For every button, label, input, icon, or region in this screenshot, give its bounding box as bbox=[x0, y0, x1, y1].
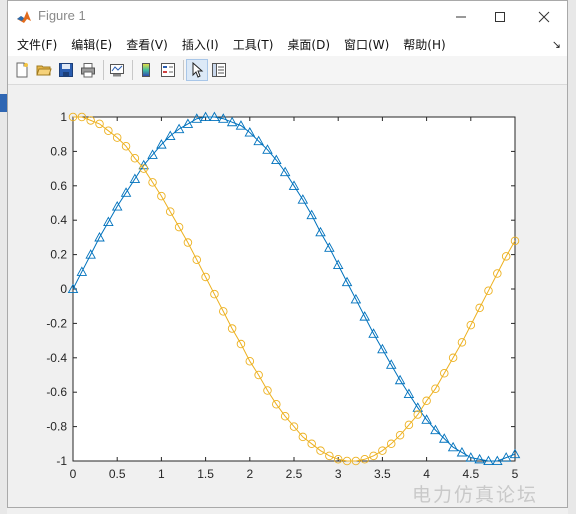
toolbar-separator bbox=[183, 60, 184, 80]
desktop-background-left bbox=[0, 0, 7, 514]
y-tick-label: 0.8 bbox=[50, 144, 67, 158]
menu-edit[interactable]: 编辑(E) bbox=[64, 36, 119, 53]
x-tick-label: 5 bbox=[512, 467, 519, 481]
legend-button[interactable] bbox=[158, 60, 178, 80]
x-tick-label: 3.5 bbox=[374, 467, 391, 481]
x-tick-label: 0 bbox=[70, 467, 77, 481]
desktop-window-edge bbox=[0, 94, 7, 112]
matlab-logo-icon bbox=[17, 11, 31, 23]
minimize-icon bbox=[456, 16, 466, 17]
menu-file[interactable]: 文件(F) bbox=[8, 36, 64, 53]
y-tick-label: -0.4 bbox=[46, 351, 67, 365]
figure-canvas: 0 0.5 1 1.5 2 2.5 3 3.5 4 4.5 5 -1 -0.8 -0.6 -0.4 -0.2 0… bbox=[8, 85, 567, 507]
close-button[interactable] bbox=[521, 1, 567, 32]
link-plot-button[interactable] bbox=[107, 60, 127, 80]
y-tick-label: 0 bbox=[60, 282, 67, 296]
toolbar-separator bbox=[132, 60, 133, 80]
y-tick-label: -1 bbox=[56, 454, 67, 468]
property-inspector-icon bbox=[212, 63, 226, 77]
menu-desktop[interactable]: 桌面(D) bbox=[280, 36, 337, 53]
x-tick-label: 4 bbox=[423, 467, 430, 481]
y-tick-label: -0.6 bbox=[46, 385, 67, 399]
save-button[interactable] bbox=[56, 60, 76, 80]
open-file-button[interactable] bbox=[34, 60, 54, 80]
title-bar[interactable]: Figure 1 bbox=[8, 1, 567, 32]
figure-window: Figure 1 文件(F) 编辑(E) 查看(V) 插入(I) 工具(T) 桌… bbox=[7, 0, 568, 508]
x-tick-label: 2 bbox=[246, 467, 253, 481]
line-plot: 0 0.5 1 1.5 2 2.5 3 3.5 4 4.5 5 -1 -0.8 -0.6 -0.4 -0.2 0… bbox=[46, 110, 521, 481]
save-icon bbox=[59, 63, 73, 77]
y-tick-label: 0.6 bbox=[50, 179, 67, 193]
print-icon bbox=[81, 63, 95, 78]
y-tick-label: -0.8 bbox=[46, 420, 67, 434]
y-tick-label: -0.2 bbox=[46, 316, 67, 330]
x-tick-label: 3 bbox=[335, 467, 342, 481]
new-figure-button[interactable] bbox=[12, 60, 32, 80]
figure-toolbar bbox=[8, 56, 567, 85]
new-figure-icon bbox=[16, 62, 28, 78]
watermark-text: 电力仿真论坛 bbox=[412, 484, 539, 506]
open-file-icon bbox=[36, 65, 52, 76]
link-plot-icon bbox=[110, 64, 124, 77]
property-inspector-button[interactable] bbox=[209, 60, 229, 80]
x-tick-label: 0.5 bbox=[109, 467, 126, 481]
colorbar-icon bbox=[142, 63, 150, 77]
maximize-button[interactable] bbox=[477, 1, 523, 32]
menu-help[interactable]: 帮助(H) bbox=[396, 36, 452, 53]
print-button[interactable] bbox=[78, 60, 98, 80]
x-tick-label: 2.5 bbox=[286, 467, 303, 481]
legend-icon bbox=[161, 63, 175, 77]
toolbar-separator bbox=[103, 60, 104, 80]
menu-overflow-arrow-icon[interactable]: ↘ bbox=[552, 38, 561, 51]
y-tick-label: 0.4 bbox=[50, 213, 67, 227]
maximize-icon bbox=[495, 11, 505, 22]
close-icon bbox=[538, 11, 550, 22]
menu-bar: 文件(F) 编辑(E) 查看(V) 插入(I) 工具(T) 桌面(D) 窗口(W… bbox=[8, 32, 567, 56]
window-title: Figure 1 bbox=[38, 8, 86, 23]
colorbar-button[interactable] bbox=[136, 60, 156, 80]
y-tick-label: 1 bbox=[60, 110, 67, 124]
y-tick-label: 0.2 bbox=[50, 248, 67, 262]
x-tick-label: 4.5 bbox=[462, 467, 479, 481]
menu-insert[interactable]: 插入(I) bbox=[175, 36, 226, 53]
menu-view[interactable]: 查看(V) bbox=[119, 36, 175, 53]
x-tick-label: 1.5 bbox=[197, 467, 214, 481]
edit-plot-pointer-button[interactable] bbox=[186, 59, 208, 81]
edit-plot-pointer-icon bbox=[192, 62, 204, 78]
menu-window[interactable]: 窗口(W) bbox=[337, 36, 396, 53]
x-tick-label: 1 bbox=[158, 467, 165, 481]
menu-tools[interactable]: 工具(T) bbox=[226, 36, 281, 53]
desktop-background-right bbox=[568, 0, 576, 514]
